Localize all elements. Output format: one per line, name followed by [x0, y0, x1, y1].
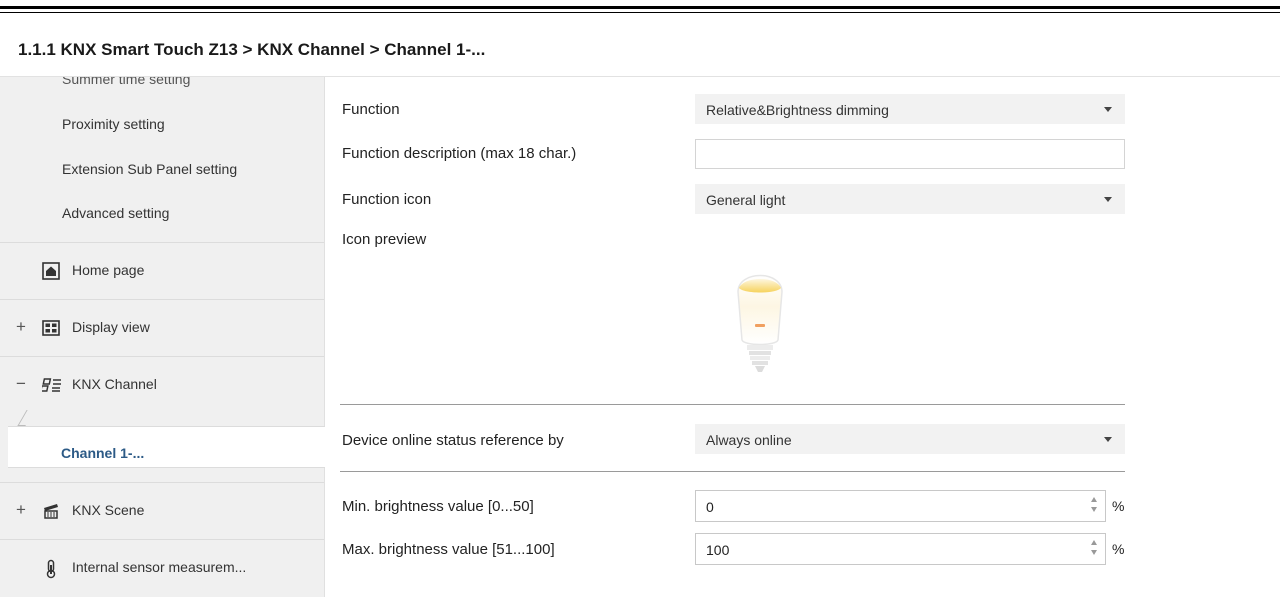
top-border-thick: [0, 6, 1280, 9]
channel-icon: [39, 376, 61, 394]
sidebar-item-internal-sensor[interactable]: Internal sensor measurem...: [0, 539, 324, 596]
sidebar-item-label: Internal sensor measurem...: [72, 559, 247, 575]
sidebar-item-label: Home page: [72, 262, 145, 278]
sidebar-item-label: Display view: [72, 319, 150, 335]
sidebar-item-knx-scene[interactable]: + KNX Scene: [0, 482, 324, 539]
function-icon-select-value: General light: [706, 192, 786, 208]
function-icon-select[interactable]: General light: [695, 184, 1125, 214]
min-brightness-input[interactable]: 0: [695, 490, 1106, 522]
sidebar: Summer time setting Proximity setting Ex…: [0, 77, 324, 597]
sidebar-item-extension-sub-panel-setting[interactable]: Extension Sub Panel setting: [62, 161, 237, 177]
max-brightness-value: 100: [706, 542, 730, 558]
scene-icon: [42, 502, 60, 520]
spin-down-icon[interactable]: [1091, 507, 1097, 512]
section-divider: [340, 404, 1125, 405]
spin-up-icon[interactable]: [1091, 497, 1097, 502]
min-brightness-unit: %: [1112, 498, 1125, 514]
sidebar-item-label-selected: Channel 1-...: [61, 445, 145, 461]
section-divider: [340, 471, 1125, 472]
online-status-select-value: Always online: [706, 432, 792, 448]
function-select[interactable]: Relative&Brightness dimming: [695, 94, 1125, 124]
icon-preview-label: Icon preview: [342, 231, 427, 248]
min-brightness-value: 0: [706, 499, 714, 515]
sidebar-item-channel-1[interactable]: Channel 1-...: [8, 426, 325, 468]
collapse-icon[interactable]: −: [14, 374, 28, 394]
top-border-thin: [0, 12, 1280, 13]
max-brightness-label: Max. brightness value [51...100]: [342, 541, 555, 558]
spin-down-icon[interactable]: [1091, 550, 1097, 555]
expand-icon[interactable]: +: [14, 317, 28, 337]
online-status-select[interactable]: Always online: [695, 424, 1125, 454]
function-icon-label: Function icon: [342, 191, 432, 208]
breadcrumb: 1.1.1 KNX Smart Touch Z13 > KNX Channel …: [18, 40, 486, 59]
sidebar-item-display-view[interactable]: + Display view: [0, 299, 324, 356]
sidebar-item-advanced-setting[interactable]: Advanced setting: [62, 205, 169, 221]
sidebar-item-label: KNX Channel: [72, 376, 157, 392]
min-brightness-label: Min. brightness value [0...50]: [342, 498, 534, 515]
sidebar-item-proximity-setting[interactable]: Proximity setting: [62, 116, 165, 132]
online-status-label: Device online status reference by: [342, 432, 564, 449]
sidebar-item-home-page[interactable]: Home page: [0, 242, 324, 299]
sidebar-item-summer-time-setting[interactable]: Summer time setting: [62, 77, 190, 87]
chevron-down-icon: [1104, 437, 1112, 442]
function-description-input[interactable]: [695, 139, 1125, 169]
home-icon: [42, 262, 60, 280]
thermometer-icon: [42, 559, 60, 579]
chevron-down-icon: [1104, 197, 1112, 202]
light-bulb-icon: [730, 252, 790, 377]
function-label: Function: [342, 101, 400, 118]
grid-icon: [42, 319, 60, 337]
spin-up-icon[interactable]: [1091, 540, 1097, 545]
function-select-value: Relative&Brightness dimming: [706, 102, 889, 118]
chevron-down-icon: [1104, 107, 1112, 112]
expand-icon[interactable]: +: [14, 500, 28, 520]
sidebar-item-label: KNX Scene: [72, 502, 145, 518]
function-description-label: Function description (max 18 char.): [342, 145, 577, 162]
parameter-panel: Function Relative&Brightness dimming Fun…: [325, 77, 1280, 597]
max-brightness-unit: %: [1112, 541, 1125, 557]
max-brightness-input[interactable]: 100: [695, 533, 1106, 565]
sidebar-item-knx-channel[interactable]: − KNX Channel: [0, 356, 324, 413]
